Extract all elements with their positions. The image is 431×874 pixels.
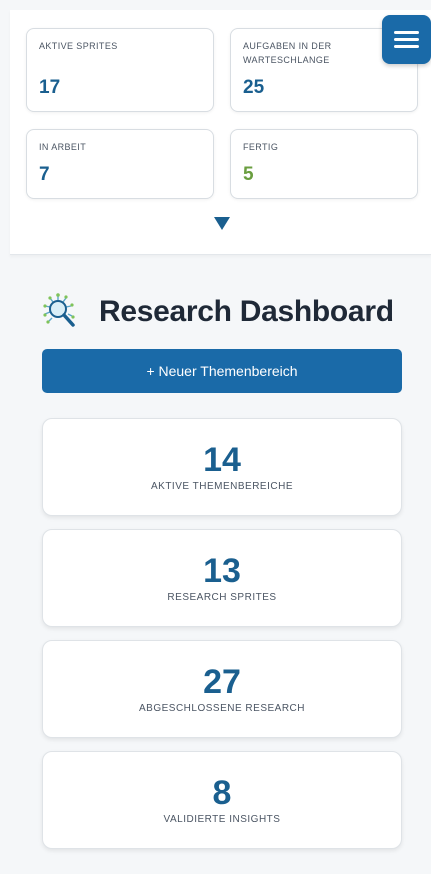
metric-card-completed-research: 27 ABGESCHLOSSENE RESEARCH	[42, 640, 402, 738]
stat-value: 5	[243, 164, 254, 185]
dashboard-header: Research Dashboard	[42, 290, 402, 334]
metric-value: 27	[203, 663, 241, 701]
metric-label: RESEARCH SPRITES	[167, 592, 277, 603]
expand-arrow-icon[interactable]	[214, 217, 230, 230]
metric-value: 14	[203, 441, 241, 479]
stat-label: AKTIVE SPRITES	[39, 41, 118, 51]
stat-label: AUFGABEN IN DER WARTESCHLANGE	[243, 41, 332, 65]
stat-value: 25	[243, 77, 265, 98]
stat-card-done[interactable]: FERTIG 5	[230, 129, 418, 199]
metric-value: 8	[212, 774, 232, 812]
metric-card-validated-insights: 8 VALIDIERTE INSIGHTS	[42, 751, 402, 849]
metric-label: AKTIVE THEMENBEREICHE	[150, 481, 293, 492]
stat-card-in-progress[interactable]: IN ARBEIT 7	[26, 129, 214, 199]
new-topic-button[interactable]: + Neuer Themenbereich	[42, 349, 402, 393]
stat-label: IN ARBEIT	[39, 142, 87, 152]
metric-label: ABGESCHLOSSENE RESEARCH	[139, 703, 305, 714]
stat-label: FERTIG	[243, 142, 279, 152]
stat-value: 7	[39, 164, 50, 185]
page-title: Research Dashboard	[99, 295, 394, 328]
metric-card-research-sprites: 13 RESEARCH SPRITES	[42, 529, 402, 627]
metric-label: VALIDIERTE INSIGHTS	[163, 814, 281, 825]
status-panel: AKTIVE SPRITES 17 AUFGABEN IN DER WARTES…	[10, 10, 431, 255]
hamburger-icon	[394, 31, 419, 34]
menu-button[interactable]	[382, 15, 431, 64]
metric-value: 13	[203, 552, 241, 590]
research-magnifier-icon	[43, 293, 75, 327]
metric-card-active-topics: 14 AKTIVE THEMENBEREICHE	[42, 418, 402, 516]
stat-value: 17	[39, 77, 61, 98]
stat-card-active-sprites[interactable]: AKTIVE SPRITES 17	[26, 28, 214, 112]
